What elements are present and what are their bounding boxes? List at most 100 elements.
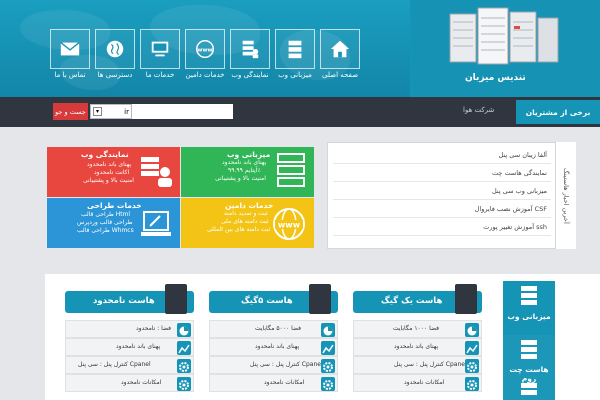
logo-text[interactable]: تندیس میزبان [465, 73, 526, 83]
domain-title: خدمات دامین [225, 201, 274, 210]
nav-services[interactable] [140, 29, 180, 69]
nav-hosting[interactable] [275, 29, 315, 69]
reseller-line-3: امنیت بالا و پشتیبانی [83, 177, 134, 184]
news-item[interactable]: نمایندگی هاست چت [333, 164, 551, 182]
plan-feature: امکانات نامحدود [209, 374, 338, 392]
plan-feature: امکانات نامحدود [65, 374, 194, 392]
plan-feature: فضا : نامحدود [65, 320, 194, 338]
plan-card: هاست نامحدود فضا : نامحدود پهنای باند نا… [65, 274, 194, 394]
plan-tab-label: هاست چت روم [509, 365, 549, 383]
plan-tab-chat-hosting[interactable]: هاست چت روم [503, 335, 555, 400]
server-icon [521, 340, 537, 359]
plan-title: هاست نامحدود [93, 296, 155, 306]
customers-button[interactable]: برخی از مشتریان [516, 100, 600, 124]
plan-feature-text: امکانات نامحدود [264, 379, 305, 386]
www-globe-icon: www [196, 40, 214, 58]
nav-access[interactable] [95, 29, 135, 69]
svg-text:www: www [197, 47, 212, 53]
news-item[interactable]: میزبانی وب سی پنل [333, 182, 551, 200]
plan-feature: کنترل پنل : سی پنل Cpanel [353, 356, 482, 374]
chevron-down-icon: ▾ [93, 107, 102, 116]
design-title: خدمات طراحی [87, 201, 142, 210]
domain-extension-value: ir [124, 107, 129, 116]
server-icon [288, 40, 302, 59]
nav-home[interactable] [320, 29, 360, 69]
plan-feature-text: امکانات نامحدود [404, 379, 445, 386]
nav-label-domain[interactable]: خدمات دامین [185, 71, 225, 79]
service-tile-reseller[interactable]: نمایندگی وب پهنای باند نامحدود اکانت نام… [47, 147, 180, 197]
pie-chart-icon [465, 323, 479, 337]
monitor-icon [151, 41, 169, 57]
reseller-title: نمایندگی وب [81, 150, 129, 159]
nav-label-hosting[interactable]: میزبانی وب [275, 71, 315, 79]
nav-label-access[interactable]: دسترسی ها [95, 71, 135, 79]
home-icon [330, 40, 350, 58]
design-line-3: طراحی قالب Whmcs [77, 227, 134, 234]
www-globe-icon: www [273, 208, 305, 240]
nav-label-services[interactable]: خدمات ما [140, 71, 180, 79]
plan-tab-web-hosting[interactable]: میزبانی وب [503, 281, 555, 335]
plan-feature: کنترل پنل : سی پنل Cpanel [65, 356, 194, 374]
plan-card: هاست ۵گیگ فضا ۵۰۰۰ مگابایت پهنای باند نا… [209, 274, 338, 394]
plan-feature-text: کنترل پنل : سی پنل Cpanel [394, 361, 467, 368]
nav-label-contact[interactable]: تماس با ما [50, 71, 90, 79]
gear-icon [465, 377, 479, 391]
gear-icon [177, 377, 191, 391]
gear-icon [321, 377, 335, 391]
mail-icon [60, 42, 80, 56]
domain-extension-select[interactable]: ▾ ir [90, 104, 132, 119]
plan-feature: پهنای باند نامحدود [65, 338, 194, 356]
hosting-line-3: امنیت بالا و پشتیبانی [215, 175, 266, 182]
server-icon [521, 383, 537, 395]
plan-feature-text: پهنای باند نامحدود [394, 343, 439, 350]
gear-icon [177, 359, 191, 373]
news-item[interactable]: آلفا زیبان سی پنل [333, 146, 551, 164]
plan-feature: پهنای باند نامحدود [353, 338, 482, 356]
plan-feature-text: فضا : نامحدود [136, 325, 172, 332]
plan-title: هاست یک گیگ [381, 296, 443, 306]
servers-user-icon [242, 40, 259, 59]
reseller-line-2: اکانت نامحدود [94, 169, 130, 176]
nav-contact[interactable] [50, 29, 90, 69]
gear-icon [321, 359, 335, 373]
globe-icon [106, 40, 124, 58]
plan-feature-text: کنترل پنل : سی پنل Cpanel [250, 361, 323, 368]
plan-feature: پهنای باند نامحدود [209, 338, 338, 356]
hosting-title: میزبانی وب [227, 150, 271, 159]
service-tile-design[interactable]: خدمات طراحی طراحی قالب Html طراحی قالب و… [47, 198, 180, 248]
plan-feature-text: کنترل پنل : سی پنل Cpanel [78, 361, 151, 368]
line-chart-icon [465, 341, 479, 355]
server-rack-icon [309, 284, 331, 314]
plan-feature-text: فضا ۱۰۰۰ مگابایت [393, 325, 440, 332]
latest-news-header: آخرین اخبار هاستینگ [555, 142, 576, 249]
design-line-2: طراحی قالب وردپرس [77, 219, 133, 226]
hosting-server-icon [277, 153, 305, 187]
domain-line-1: ثبت و تمدید دامنه [224, 210, 268, 217]
domain-line-2: ثبت دامنه های ملی [221, 218, 269, 225]
server-rack-icon [455, 284, 477, 314]
svg-text:www: www [278, 221, 301, 230]
nav-reseller[interactable] [230, 29, 270, 69]
nav-domain[interactable]: www [185, 29, 225, 69]
plan-tab-label: میزبانی وب [507, 312, 551, 321]
company-label: شرکت هوا [463, 106, 495, 114]
domain-search-input[interactable] [132, 104, 233, 119]
service-tile-domain[interactable]: www خدمات دامین ثبت و تمدید دامنه ثبت دا… [181, 198, 314, 248]
plan-title: هاست ۵گیگ [241, 296, 293, 306]
gear-icon [465, 359, 479, 373]
plan-feature: فضا ۵۰۰۰ مگابایت [209, 320, 338, 338]
news-item[interactable]: آموزش نصب فایروال CSF [333, 200, 551, 218]
nav-label-reseller[interactable]: نمایندگی وب [230, 71, 270, 79]
search-button[interactable]: جست و جو [53, 103, 88, 120]
reseller-servers-icon [141, 157, 172, 187]
service-tile-hosting[interactable]: میزبانی وب پهنای باند نامحدود آپتایم ۹۹.… [181, 147, 314, 197]
plan-feature-text: امکانات نامحدود [121, 379, 162, 386]
nav-label-home[interactable]: صفحه اصلی [320, 71, 360, 79]
plan-feature: فضا ۱۰۰۰ مگابایت [353, 320, 482, 338]
design-line-1: طراحی قالب Html [81, 211, 131, 218]
server-rack-icon [165, 284, 187, 314]
plan-feature: کنترل پنل : سی پنل Cpanel [209, 356, 338, 374]
plan-feature-text: فضا ۵۰۰۰ مگابایت [255, 325, 302, 332]
news-item[interactable]: آموزش تغییر پورت ssh [333, 218, 551, 236]
site-header: تندیس میزبان www تماس با ما دسترسی ها خد… [0, 0, 600, 97]
